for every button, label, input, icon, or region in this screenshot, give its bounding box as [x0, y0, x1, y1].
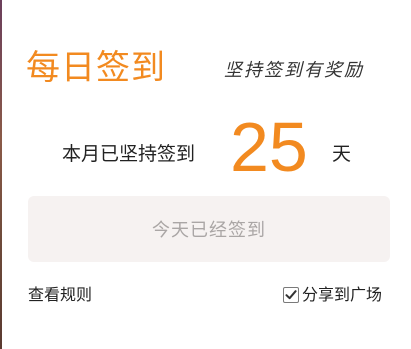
checkin-button[interactable]: 今天已经签到 — [28, 196, 390, 262]
slogan-text: 坚持签到有奖励 — [224, 60, 364, 81]
checkmark-icon — [285, 290, 297, 300]
view-rules-link[interactable]: 查看规则 — [28, 284, 92, 306]
share-label: 分享到广场 — [302, 285, 383, 304]
checkin-button-label: 今天已经签到 — [152, 220, 266, 241]
streak-unit-text: 天 — [332, 143, 352, 165]
share-to-plaza-option[interactable]: 分享到广场 — [283, 283, 382, 307]
streak-prefix-text: 本月已坚持签到 — [62, 143, 196, 165]
streak-summary: 本月已坚持签到 25 天 — [2, 105, 411, 186]
dialog-title: 每日签到 — [26, 48, 166, 88]
streak-day-count: 25 — [230, 108, 308, 186]
daily-checkin-dialog: 每日签到 坚持签到有奖励 本月已坚持签到 25 天 今天已经签到 查看规则 分享… — [2, 0, 411, 349]
share-checkbox[interactable] — [283, 287, 299, 303]
